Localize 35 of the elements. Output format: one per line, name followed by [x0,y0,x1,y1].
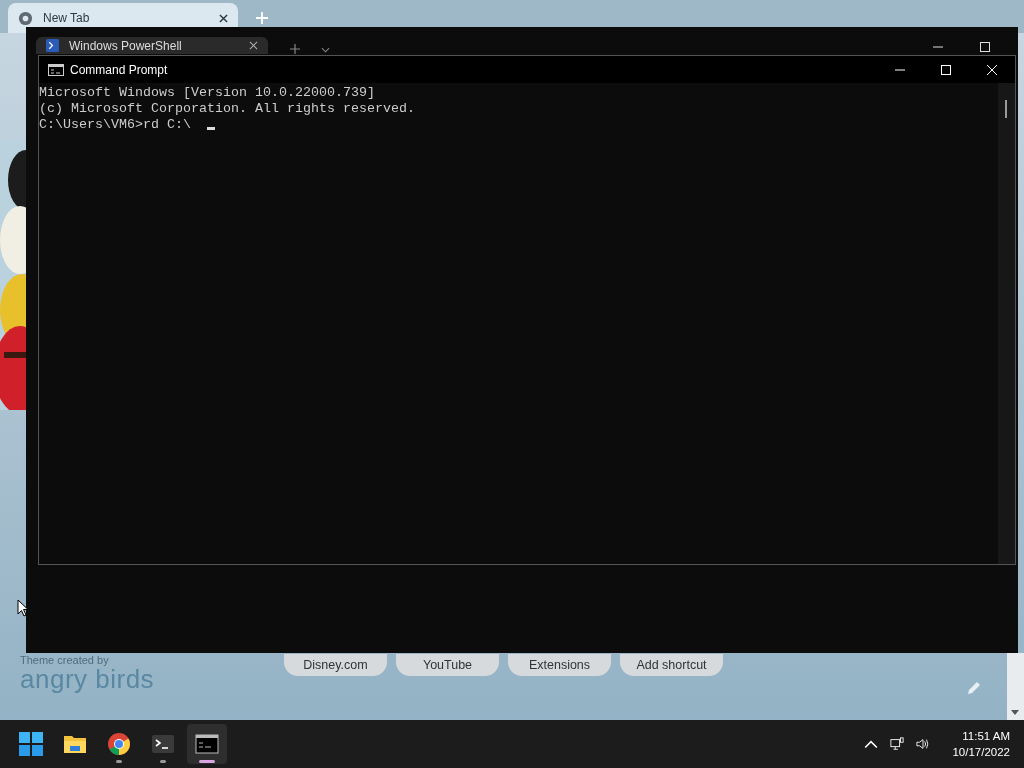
terminal-icon [151,732,175,756]
network-icon[interactable] [890,737,905,751]
time: 11:51 AM [962,729,1010,744]
window-title: Command Prompt [70,62,168,77]
chrome-icon [107,732,131,756]
scrollbar[interactable] [998,83,1015,564]
date: 10/17/2022 [952,745,1010,760]
tab-title: New Tab [43,11,91,25]
close-icon[interactable] [249,41,258,50]
powershell-icon [46,39,59,52]
windows-logo-icon [19,732,43,756]
maximize-icon[interactable] [980,42,990,52]
volume-icon[interactable] [916,737,931,751]
scroll-thumb[interactable] [1005,100,1007,118]
scrollbar[interactable] [1007,653,1024,720]
tab-title: Windows PowerShell [69,39,183,52]
shortcut-button[interactable]: YouTube [396,654,499,676]
clock[interactable]: 11:51 AM 10/17/2022 [952,728,1010,760]
console-line: Microsoft Windows [Version 10.0.22000.739] [39,85,375,101]
shortcut-button[interactable]: Add shortcut [620,654,723,676]
scroll-down-icon[interactable] [1011,710,1019,715]
console-line: (c) Microsoft Corporation. All rights reserved. [39,101,415,117]
console-icon [48,63,64,76]
shortcut-button[interactable]: Disney.com [284,654,387,676]
theme-caption: Theme created by [20,654,110,666]
shortcut-button[interactable]: Extensions [508,654,611,676]
dropdown-icon[interactable] [321,47,330,53]
close-icon[interactable] [219,13,228,23]
text-cursor [206,126,215,130]
console-line: C:\Users\VM6>rd C:\ [39,117,191,133]
console-icon [195,732,219,756]
terminal-tab[interactable]: Windows PowerShell [36,37,268,54]
taskbar-button[interactable] [187,724,227,764]
new-tab-icon[interactable] [290,44,300,54]
chrome-icon [18,10,33,26]
